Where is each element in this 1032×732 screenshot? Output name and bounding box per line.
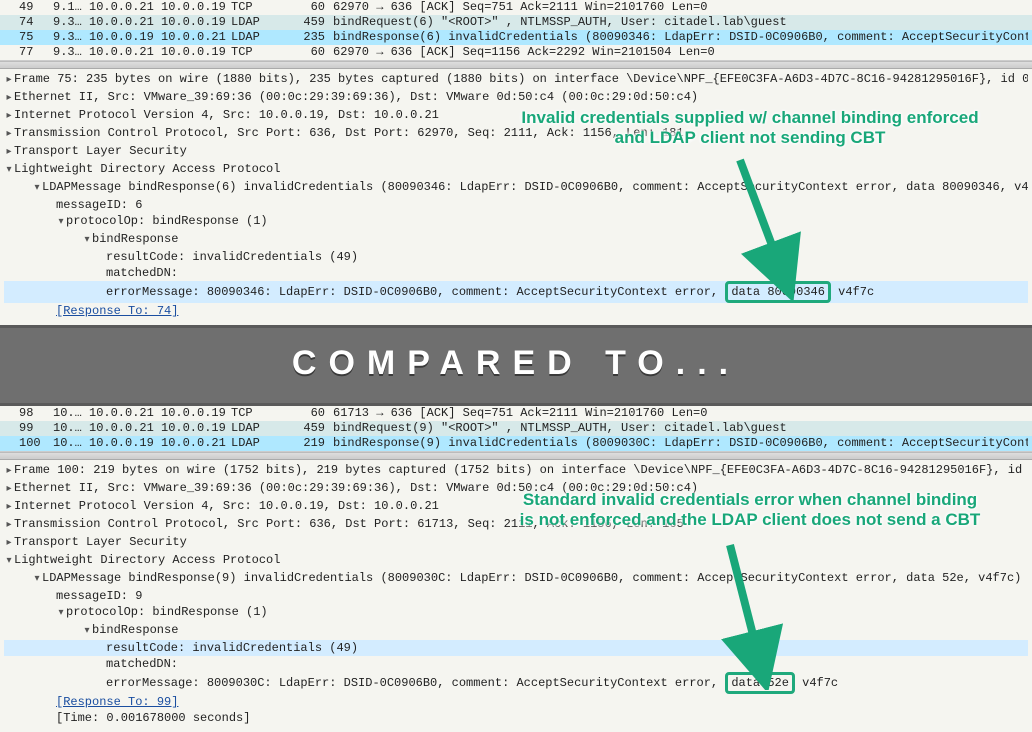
tree-ldap[interactable]: ▾Lightweight Directory Access Protocol [4,552,1028,570]
caret-right-icon[interactable]: ▸ [4,91,14,107]
caret-down-icon[interactable]: ▾ [32,572,42,588]
tree-ip[interactable]: ▸Internet Protocol Version 4, Src: 10.0.… [4,498,1028,516]
packet-row[interactable]: 9910.…10.0.0.2110.0.0.19LDAP459bindReque… [0,421,1032,436]
tree-bind-response[interactable]: ▾bindResponse [4,231,1028,249]
tree-tls[interactable]: ▸Transport Layer Security [4,534,1028,552]
tree-response-to[interactable]: [Response To: 99] [4,694,1028,710]
caret-down-icon[interactable]: ▾ [82,624,92,640]
tree-matched-dn[interactable]: matchedDN: [4,265,1028,281]
highlight-box: data 52e [725,672,795,694]
tree-ldap-message[interactable]: ▾LDAPMessage bindResponse(6) invalidCred… [4,179,1028,197]
packet-tree-top[interactable]: ▸Frame 75: 235 bytes on wire (1880 bits)… [0,69,1032,325]
compared-to-banner: COMPARED TO... [0,325,1032,406]
tree-ethernet[interactable]: ▸Ethernet II, Src: VMware_39:69:36 (00:0… [4,480,1028,498]
caret-down-icon[interactable]: ▾ [56,215,66,231]
highlight-box: data 80090346 [725,281,831,303]
pane-splitter[interactable] [0,61,1032,69]
tree-result-code[interactable]: resultCode: invalidCredentials (49) [4,249,1028,265]
tree-error-message[interactable]: errorMessage: 8009030C: LdapErr: DSID-0C… [4,672,1028,694]
caret-right-icon[interactable]: ▸ [4,109,14,125]
tree-matched-dn[interactable]: matchedDN: [4,656,1028,672]
caret-down-icon[interactable]: ▾ [32,181,42,197]
tree-message-id[interactable]: messageID: 9 [4,588,1028,604]
packet-row[interactable]: 759.3…10.0.0.1910.0.0.21LDAP235bindRespo… [0,30,1032,45]
tree-protocol-op[interactable]: ▾protocolOp: bindResponse (1) [4,604,1028,622]
caret-down-icon[interactable]: ▾ [82,233,92,249]
tree-time[interactable]: [Time: 0.001678000 seconds] [4,710,1028,726]
pane-splitter[interactable] [0,452,1032,460]
tree-tls[interactable]: ▸Transport Layer Security [4,143,1028,161]
caret-down-icon[interactable]: ▾ [56,606,66,622]
packet-row[interactable]: 499.1…10.0.0.2110.0.0.19TCP6062970 → 636… [0,0,1032,15]
tree-response-to[interactable]: [Response To: 74] [4,303,1028,319]
tree-ip[interactable]: ▸Internet Protocol Version 4, Src: 10.0.… [4,107,1028,125]
tree-frame[interactable]: ▸Frame 100: 219 bytes on wire (1752 bits… [4,462,1028,480]
tree-tcp[interactable]: ▸Transmission Control Protocol, Src Port… [4,125,1028,143]
caret-right-icon[interactable]: ▸ [4,127,14,143]
tree-ldap-message[interactable]: ▾LDAPMessage bindResponse(9) invalidCred… [4,570,1028,588]
caret-right-icon[interactable]: ▸ [4,145,14,161]
packet-tree-bottom[interactable]: ▸Frame 100: 219 bytes on wire (1752 bits… [0,460,1032,732]
packet-row[interactable]: 749.3…10.0.0.2110.0.0.19LDAP459bindReque… [0,15,1032,30]
packet-row[interactable]: 10010.…10.0.0.1910.0.0.21LDAP219bindResp… [0,436,1032,451]
packet-list-bottom[interactable]: 9810.…10.0.0.2110.0.0.19TCP6061713 → 636… [0,406,1032,452]
tree-frame[interactable]: ▸Frame 75: 235 bytes on wire (1880 bits)… [4,71,1028,89]
packet-row[interactable]: 779.3…10.0.0.2110.0.0.19TCP6062970 → 636… [0,45,1032,60]
caret-down-icon[interactable]: ▾ [4,163,14,179]
tree-protocol-op[interactable]: ▾protocolOp: bindResponse (1) [4,213,1028,231]
packet-row[interactable]: 9810.…10.0.0.2110.0.0.19TCP6061713 → 636… [0,406,1032,421]
tree-bind-response[interactable]: ▾bindResponse [4,622,1028,640]
tree-ethernet[interactable]: ▸Ethernet II, Src: VMware_39:69:36 (00:0… [4,89,1028,107]
tree-tcp[interactable]: ▸Transmission Control Protocol, Src Port… [4,516,1028,534]
packet-list-top[interactable]: 499.1…10.0.0.2110.0.0.19TCP6062970 → 636… [0,0,1032,61]
caret-right-icon[interactable]: ▸ [4,73,14,89]
tree-message-id[interactable]: messageID: 6 [4,197,1028,213]
caret-right-icon[interactable]: ▸ [4,482,14,498]
tree-result-code[interactable]: resultCode: invalidCredentials (49) [4,640,1028,656]
caret-right-icon[interactable]: ▸ [4,464,14,480]
caret-right-icon[interactable]: ▸ [4,518,14,534]
caret-right-icon[interactable]: ▸ [4,536,14,552]
caret-down-icon[interactable]: ▾ [4,554,14,570]
tree-error-message[interactable]: errorMessage: 80090346: LdapErr: DSID-0C… [4,281,1028,303]
tree-ldap[interactable]: ▾Lightweight Directory Access Protocol [4,161,1028,179]
caret-right-icon[interactable]: ▸ [4,500,14,516]
